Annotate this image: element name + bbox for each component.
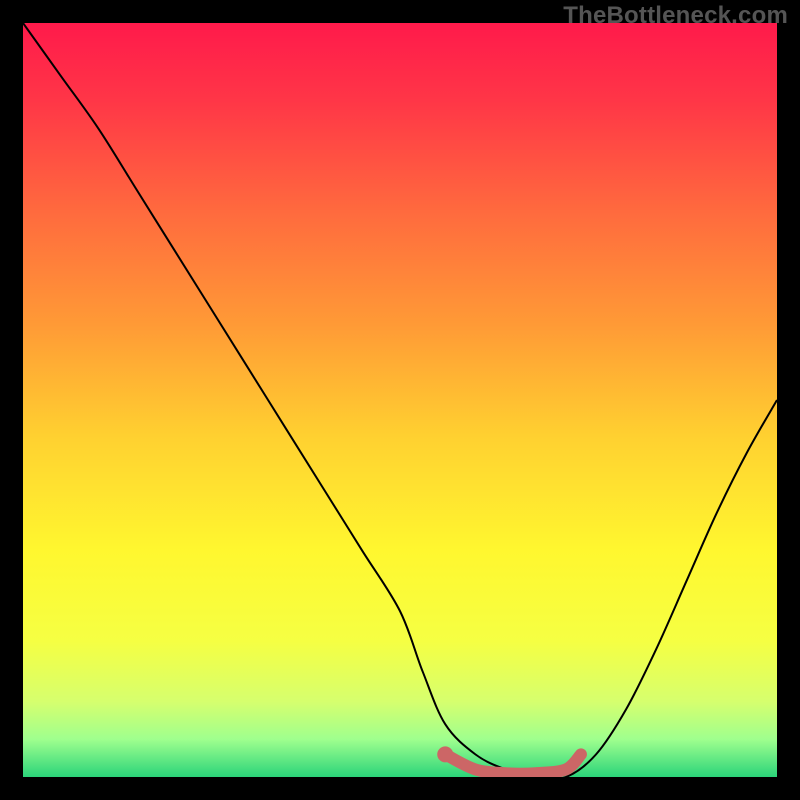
- chart-container: TheBottleneck.com: [0, 0, 800, 800]
- gradient-background: [23, 23, 777, 777]
- chart-plot-area: [23, 23, 777, 777]
- watermark-label: TheBottleneck.com: [563, 2, 788, 30]
- chart-svg: [23, 23, 777, 777]
- optimal-zone-start-dot: [437, 746, 453, 762]
